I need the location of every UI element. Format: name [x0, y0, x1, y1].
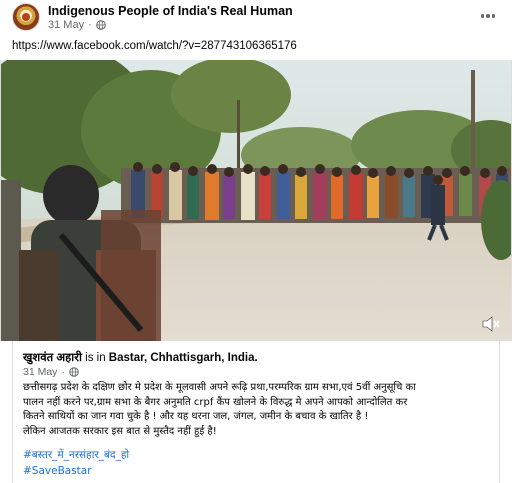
body-line: पालन नहीं करने पर,ग्राम सभा के बैगर अनुम… [23, 396, 408, 408]
speaker-muted-icon[interactable] [481, 315, 501, 333]
page-name-link[interactable]: Indigenous People of India's Real Human [48, 4, 293, 18]
body-line: कितने साथियों का जान गवा चुके है ! और यह… [23, 411, 369, 423]
is-in-text: is in [85, 352, 106, 364]
post-meta: 31 May · [48, 19, 106, 31]
ellipsis-icon[interactable] [476, 6, 500, 26]
hashtag-link[interactable]: #SaveBastar [23, 465, 92, 477]
post-header: Indigenous People of India's Real Human … [0, 0, 512, 34]
author-name-link[interactable]: खुशवंत अहारी [23, 352, 82, 364]
shared-post-date[interactable]: 31 May [23, 366, 57, 378]
avatar-emblem [22, 13, 30, 21]
shared-post-card: खुशवंत अहारी is in Bastar, Chhattisgarh,… [12, 341, 500, 483]
video-player[interactable] [0, 60, 512, 341]
hashtag-link[interactable]: #बस्तर_में_नरसंहार_बंद_हो [23, 448, 129, 462]
post-url-text[interactable]: https://www.facebook.com/watch/?v=287743… [12, 40, 297, 52]
location-link[interactable]: Bastar, Chhattisgarh, India. [109, 352, 258, 364]
author-line: खुशवंत अहारी is in Bastar, Chhattisgarh,… [23, 350, 258, 365]
meta-separator: · [88, 19, 92, 31]
page-avatar[interactable] [12, 3, 40, 31]
post-date[interactable]: 31 May [48, 19, 84, 31]
shared-post-meta: 31 May · [23, 366, 79, 378]
globe-icon [95, 20, 106, 30]
meta-separator: · [61, 366, 65, 378]
video-frame [1, 60, 511, 341]
globe-icon [69, 367, 79, 377]
post-body-text: छत्तीसगढ़ प्रदेश के दक्षिण छोर मे प्रदेश… [23, 381, 497, 439]
body-line: लेकिन आजतक सरकार इस बात से मुस्तैद नहीं … [23, 425, 217, 437]
body-line: छत्तीसगढ़ प्रदेश के दक्षिण छोर मे प्रदेश… [23, 382, 416, 393]
